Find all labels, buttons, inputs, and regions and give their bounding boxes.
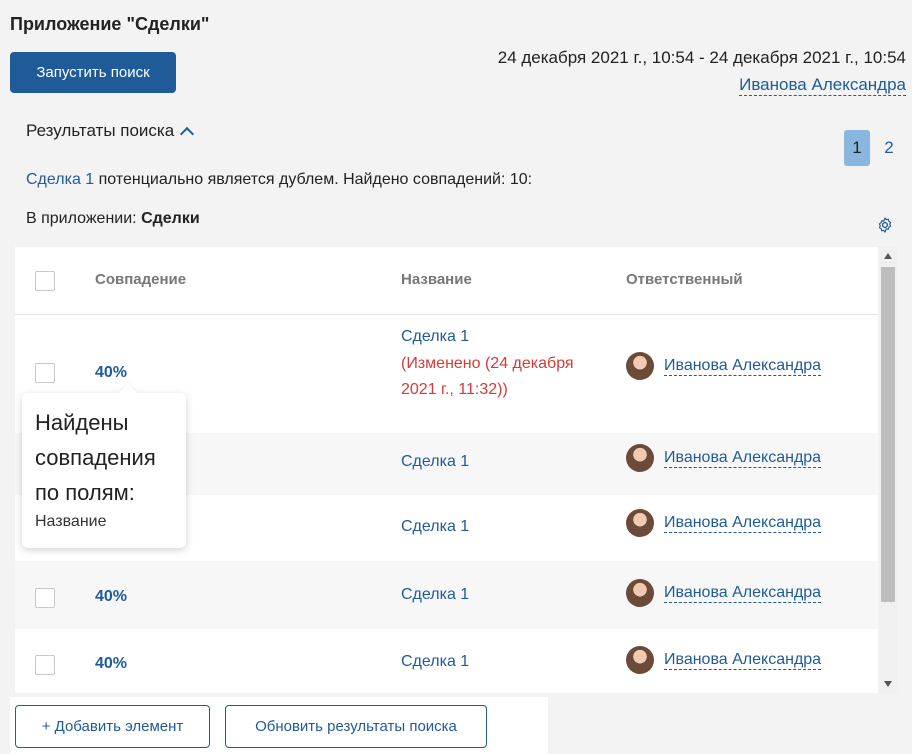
responsible-link[interactable]: Иванова Александра [664,514,822,533]
avatar [626,444,654,472]
responsible: Иванова Александра [626,579,822,607]
duplicate-link[interactable]: Сделка 1 [26,171,94,188]
chevron-up-icon [180,126,195,141]
refresh-results-button[interactable]: Обновить результаты поиска [225,705,487,748]
date-range: 24 декабря 2021 г., 10:54 - 24 декабря 2… [497,48,906,67]
responsible: Иванова Александра [626,352,822,380]
tooltip-title: Найдены совпадения по полям: [35,410,156,505]
scroll-down-icon[interactable] [884,681,892,687]
deal-name-link[interactable]: Сделка 1 [401,328,469,346]
match-percent[interactable]: 40% [95,655,127,673]
row-checkbox[interactable] [35,588,55,608]
responsible-link[interactable]: Иванова Александра [664,449,822,468]
changed-note: (Изменено (24 декабря 2021 г., 11:32)) [401,355,574,398]
header-name[interactable]: Название [401,271,472,288]
responsible: Иванова Александра [626,444,822,472]
row-checkbox[interactable] [35,363,55,383]
duplicate-text: потенциально является дублем. Найдено со… [94,171,533,188]
results-section-toggle[interactable]: Результаты поиска [26,121,195,141]
row-checkbox[interactable] [35,655,55,675]
table-scrollbar[interactable] [879,247,897,693]
page-2[interactable]: 2 [876,130,902,166]
deal-name-link[interactable]: Сделка 1 [401,653,469,671]
in-app-info: В приложении: Сделки [26,210,200,228]
responsible: Иванова Александра [626,509,822,537]
responsible-link[interactable]: Иванова Александра [664,357,822,376]
header-match[interactable]: Совпадение [95,271,186,288]
scroll-up-icon[interactable] [884,253,892,259]
responsible-link[interactable]: Иванова Александра [664,651,822,670]
user-link[interactable]: Иванова Александра [739,75,906,96]
duplicate-info: Сделка 1 потенциально является дублем. Н… [26,171,532,189]
deal-name-link[interactable]: Сделка 1 [401,586,469,604]
match-tooltip: Найдены совпадения по полям: Название [22,393,186,548]
run-search-button[interactable]: Запустить поиск [10,52,176,93]
match-percent[interactable]: 40% [95,588,127,606]
in-app-name: Сделки [141,210,200,227]
responsible: Иванова Александра [626,646,822,674]
pagination: 1 2 [844,130,902,166]
select-all-checkbox[interactable] [35,271,55,291]
app-title: Приложение "Сделки" [10,14,210,34]
table-row[interactable]: 40% Сделка 1 Иванова Александра [15,561,878,629]
responsible-link[interactable]: Иванова Александра [664,584,822,603]
avatar [626,646,654,674]
header-responsible[interactable]: Ответственный [626,271,743,288]
add-element-button[interactable]: + Добавить элемент [15,705,210,748]
page-1[interactable]: 1 [844,130,870,166]
avatar [626,579,654,607]
results-title: Результаты поиска [26,121,175,140]
match-percent[interactable]: 40% [95,364,127,382]
avatar [626,509,654,537]
avatar [626,352,654,380]
tooltip-field: Название [35,513,107,530]
in-app-label: В приложении: [26,210,142,227]
deal-name-link[interactable]: Сделка 1 [401,518,469,536]
table-header: Совпадение Название Ответственный [15,247,878,315]
scrollbar-thumb[interactable] [881,267,895,602]
table-row[interactable]: 40% Сделка 1 Иванова Александра [15,629,878,693]
gear-icon[interactable] [876,216,894,234]
deal-name-link[interactable]: Сделка 1 [401,453,469,471]
